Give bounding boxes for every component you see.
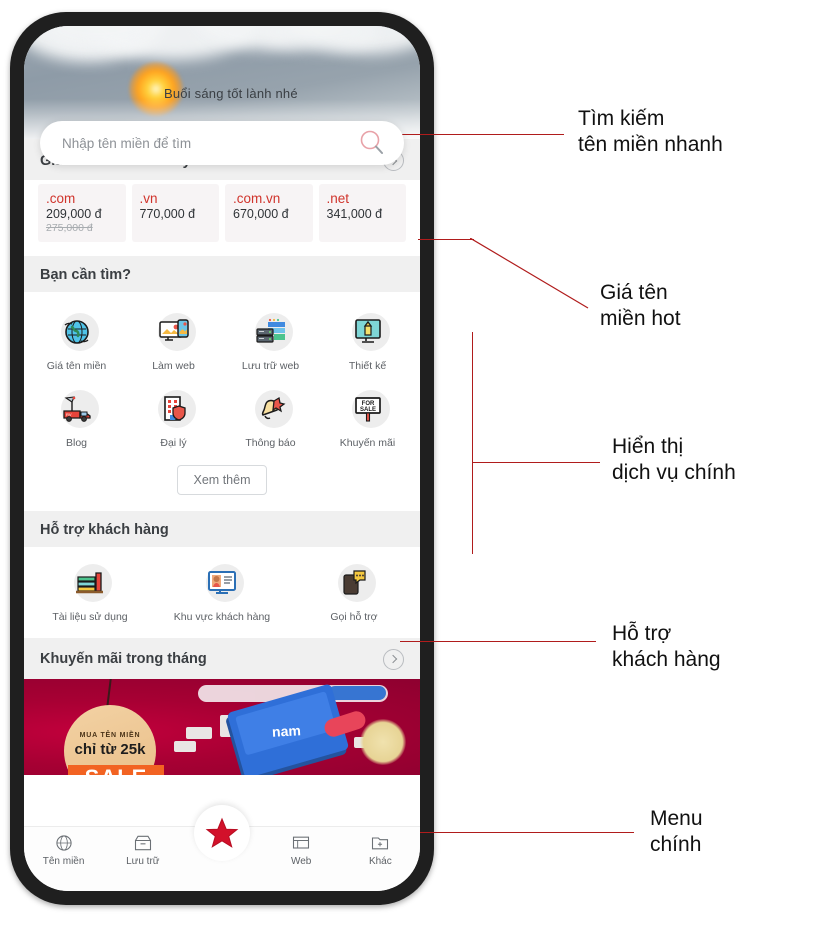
price-value: 209,000 đ [46, 207, 102, 221]
banner-laptop-label: nam [271, 721, 302, 740]
promo-banner[interactable]: nam MUA TÊN MIỀN chỉ từ 25k SALE [24, 678, 420, 775]
service-label: Làm web [152, 360, 195, 372]
tld-label: .com [46, 191, 76, 206]
services-section-title: Bạn cần tìm? [40, 267, 132, 283]
callout-label-menu: Menu chính [650, 807, 703, 856]
globe-icon [55, 310, 99, 354]
callout-label-support: Hỗ trợ khách hàng [612, 622, 721, 671]
promo-sale-text: SALE [68, 764, 164, 775]
support-section-header: Hỗ trợ khách hàng [24, 511, 420, 548]
service-label: Blog [65, 436, 87, 449]
nav-item-khac[interactable]: Khác [341, 833, 420, 867]
block-decoration [174, 740, 196, 752]
more-services-wrap: Xem thêm [24, 459, 420, 512]
nav-item-web[interactable]: Web [262, 833, 341, 867]
price-value: 341,000 đ [326, 207, 383, 221]
support-label: Gọi hỗ trợ [330, 611, 378, 624]
price-value: 670,000 đ [233, 207, 289, 221]
bottom-navigation: Tên miền Lưu trữ Web Khác [24, 805, 420, 891]
service-item-khuyen-mai[interactable]: FOR SALE Khuyến mãi [319, 379, 416, 456]
for-sale-sign-icon: FOR SALE [346, 387, 390, 431]
price-card[interactable]: .vn 770,000 đ [131, 184, 219, 242]
show-more-button[interactable]: Xem thêm [176, 465, 268, 496]
price-card[interactable]: .com.vn 670,000 đ [225, 184, 313, 242]
price-list: .com 209,000 đ 275,000 đ .vn 770,000 đ .… [24, 180, 420, 256]
callout-label-price: Giá tên miền hot [600, 281, 681, 330]
callout-line-price-diagonal [470, 238, 589, 309]
banner-search-button [328, 686, 386, 701]
red-star-icon[interactable] [194, 805, 250, 861]
search-placeholder: Nhập tên miền để tìm [62, 135, 192, 151]
tld-label: .com.vn [233, 191, 281, 206]
support-item-goi-ho-tro[interactable]: Gọi hỗ trợ [288, 561, 420, 624]
callout-label-services: Hiển thị dịch vụ chính [612, 435, 736, 484]
support-label: Khu vực khách hàng [173, 611, 271, 624]
phone-frame: Buổi sáng tốt lành nhé Nhập tên miền để … [10, 12, 434, 905]
nav-label: Khác [368, 856, 392, 867]
svg-text:RV: RV [66, 412, 72, 417]
service-label: Khuyến mãi [339, 436, 396, 449]
tld-label: .net [326, 191, 350, 206]
nav-label: Lưu trữ [126, 856, 160, 867]
services-grid: Giá tên miền Làm web Lưu trữ web Thiết k… [24, 292, 420, 460]
callout-label-search: Tìm kiếm tên miền nhanh [578, 107, 723, 156]
books-icon [68, 561, 112, 605]
callout-line-price-h [418, 239, 474, 241]
service-item-luu-tru-web[interactable]: Lưu trữ web [222, 302, 319, 379]
svg-text:SALE: SALE [359, 407, 375, 413]
service-item-lam-web[interactable]: Làm web [125, 302, 222, 379]
archive-box-icon [134, 835, 151, 851]
nav-label: Tên miền [42, 856, 85, 867]
search-icon[interactable] [358, 129, 386, 157]
nav-item-ten-mien[interactable]: Tên miền [24, 833, 103, 867]
folder-plus-icon [372, 837, 389, 850]
support-grid: Tài liệu sử dụng Khu vực khách hàng Gọi … [24, 547, 420, 638]
service-label: Thông báo [245, 436, 296, 449]
service-item-thiet-ke[interactable]: Thiết kế [319, 302, 416, 379]
services-section-header: Bạn cần tìm? [24, 256, 420, 292]
building-shield-icon [152, 387, 196, 431]
chevron-right-icon[interactable] [383, 648, 404, 670]
service-label: Giá tên miền [46, 360, 107, 372]
bell-icon [249, 387, 293, 431]
tld-label: .vn [139, 191, 158, 206]
promo-section-title: Khuyến mãi trong tháng [40, 651, 207, 668]
service-label: Thiết kế [348, 360, 387, 372]
globe-icon [55, 835, 72, 851]
callout-line-services [472, 462, 600, 464]
server-icon [249, 310, 293, 354]
nav-item-luu-tru[interactable]: Lưu trữ [103, 833, 182, 867]
promo-tag-line2: chỉ từ 25k [74, 740, 146, 758]
support-item-tai-lieu[interactable]: Tài liệu sử dụng [24, 561, 156, 624]
nav-label: Web [290, 856, 312, 867]
service-item-blog[interactable]: RV Blog [28, 379, 125, 456]
block-decoration [186, 726, 212, 739]
promo-tag-line1: MUA TÊN MIỀN [79, 731, 141, 739]
service-item-dai-ly[interactable]: Đại lý [125, 379, 222, 456]
support-item-khu-vuc[interactable]: Khu vực khách hàng [156, 561, 288, 624]
service-label: Lưu trữ web [241, 360, 300, 372]
price-card[interactable]: .com 209,000 đ 275,000 đ [38, 184, 126, 242]
customer-monitor-icon [200, 561, 244, 605]
support-label: Tài liệu sử dụng [52, 611, 128, 624]
monitor-pencil-icon [346, 310, 390, 354]
monitor-phone-icon [152, 310, 196, 354]
web-icon [293, 836, 310, 849]
search-input[interactable]: Nhập tên miền để tìm [40, 121, 404, 165]
service-label: Đại lý [160, 436, 187, 449]
callout-line-support [400, 641, 596, 643]
callout-line-menu [420, 832, 634, 834]
price-value: 770,000 đ [139, 207, 196, 221]
service-item-gia-ten-mien[interactable]: Giá tên miền [28, 302, 125, 379]
service-item-thong-bao[interactable]: Thông báo [222, 379, 319, 456]
support-section-title: Hỗ trợ khách hàng [40, 522, 169, 539]
promo-section-header: Khuyến mãi trong tháng [24, 637, 420, 679]
phone-screen: Buổi sáng tốt lành nhé Nhập tên miền để … [24, 26, 420, 891]
flower-decoration [360, 718, 406, 765]
price-card[interactable]: .net 341,000 đ [318, 184, 406, 242]
callout-bracket-services [472, 332, 474, 554]
phone-chat-icon [332, 561, 376, 605]
news-van-icon: RV [55, 387, 99, 431]
old-price: 275,000 đ [46, 222, 93, 234]
